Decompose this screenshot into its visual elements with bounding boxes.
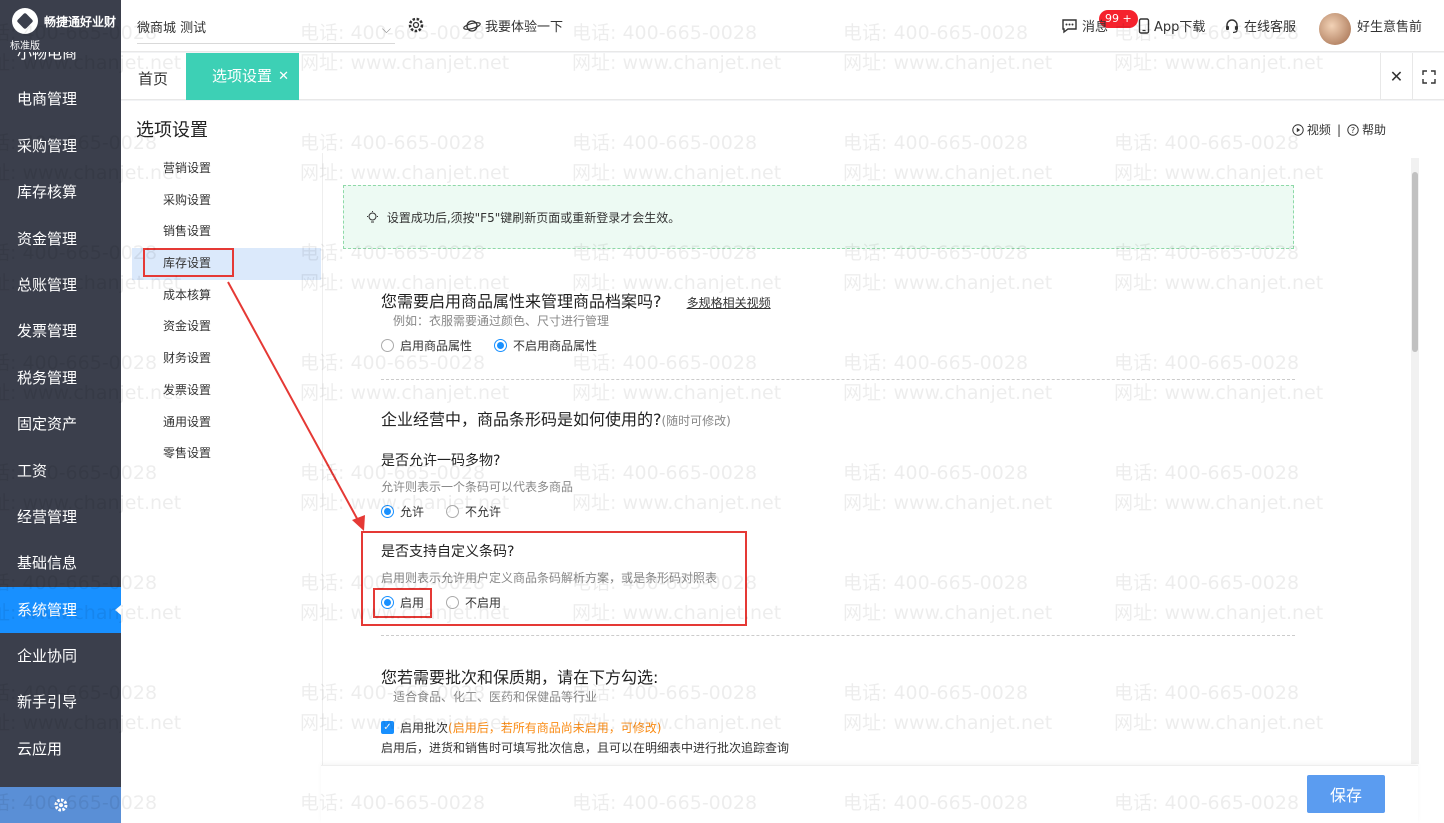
edition-label: 标准版 [10,41,40,52]
annotation-arrow [227,281,365,531]
logo: 畅捷通好业财 标准版 [0,0,121,52]
logo-mark [12,8,38,34]
brand-name: 畅捷通好业财 [44,15,117,29]
